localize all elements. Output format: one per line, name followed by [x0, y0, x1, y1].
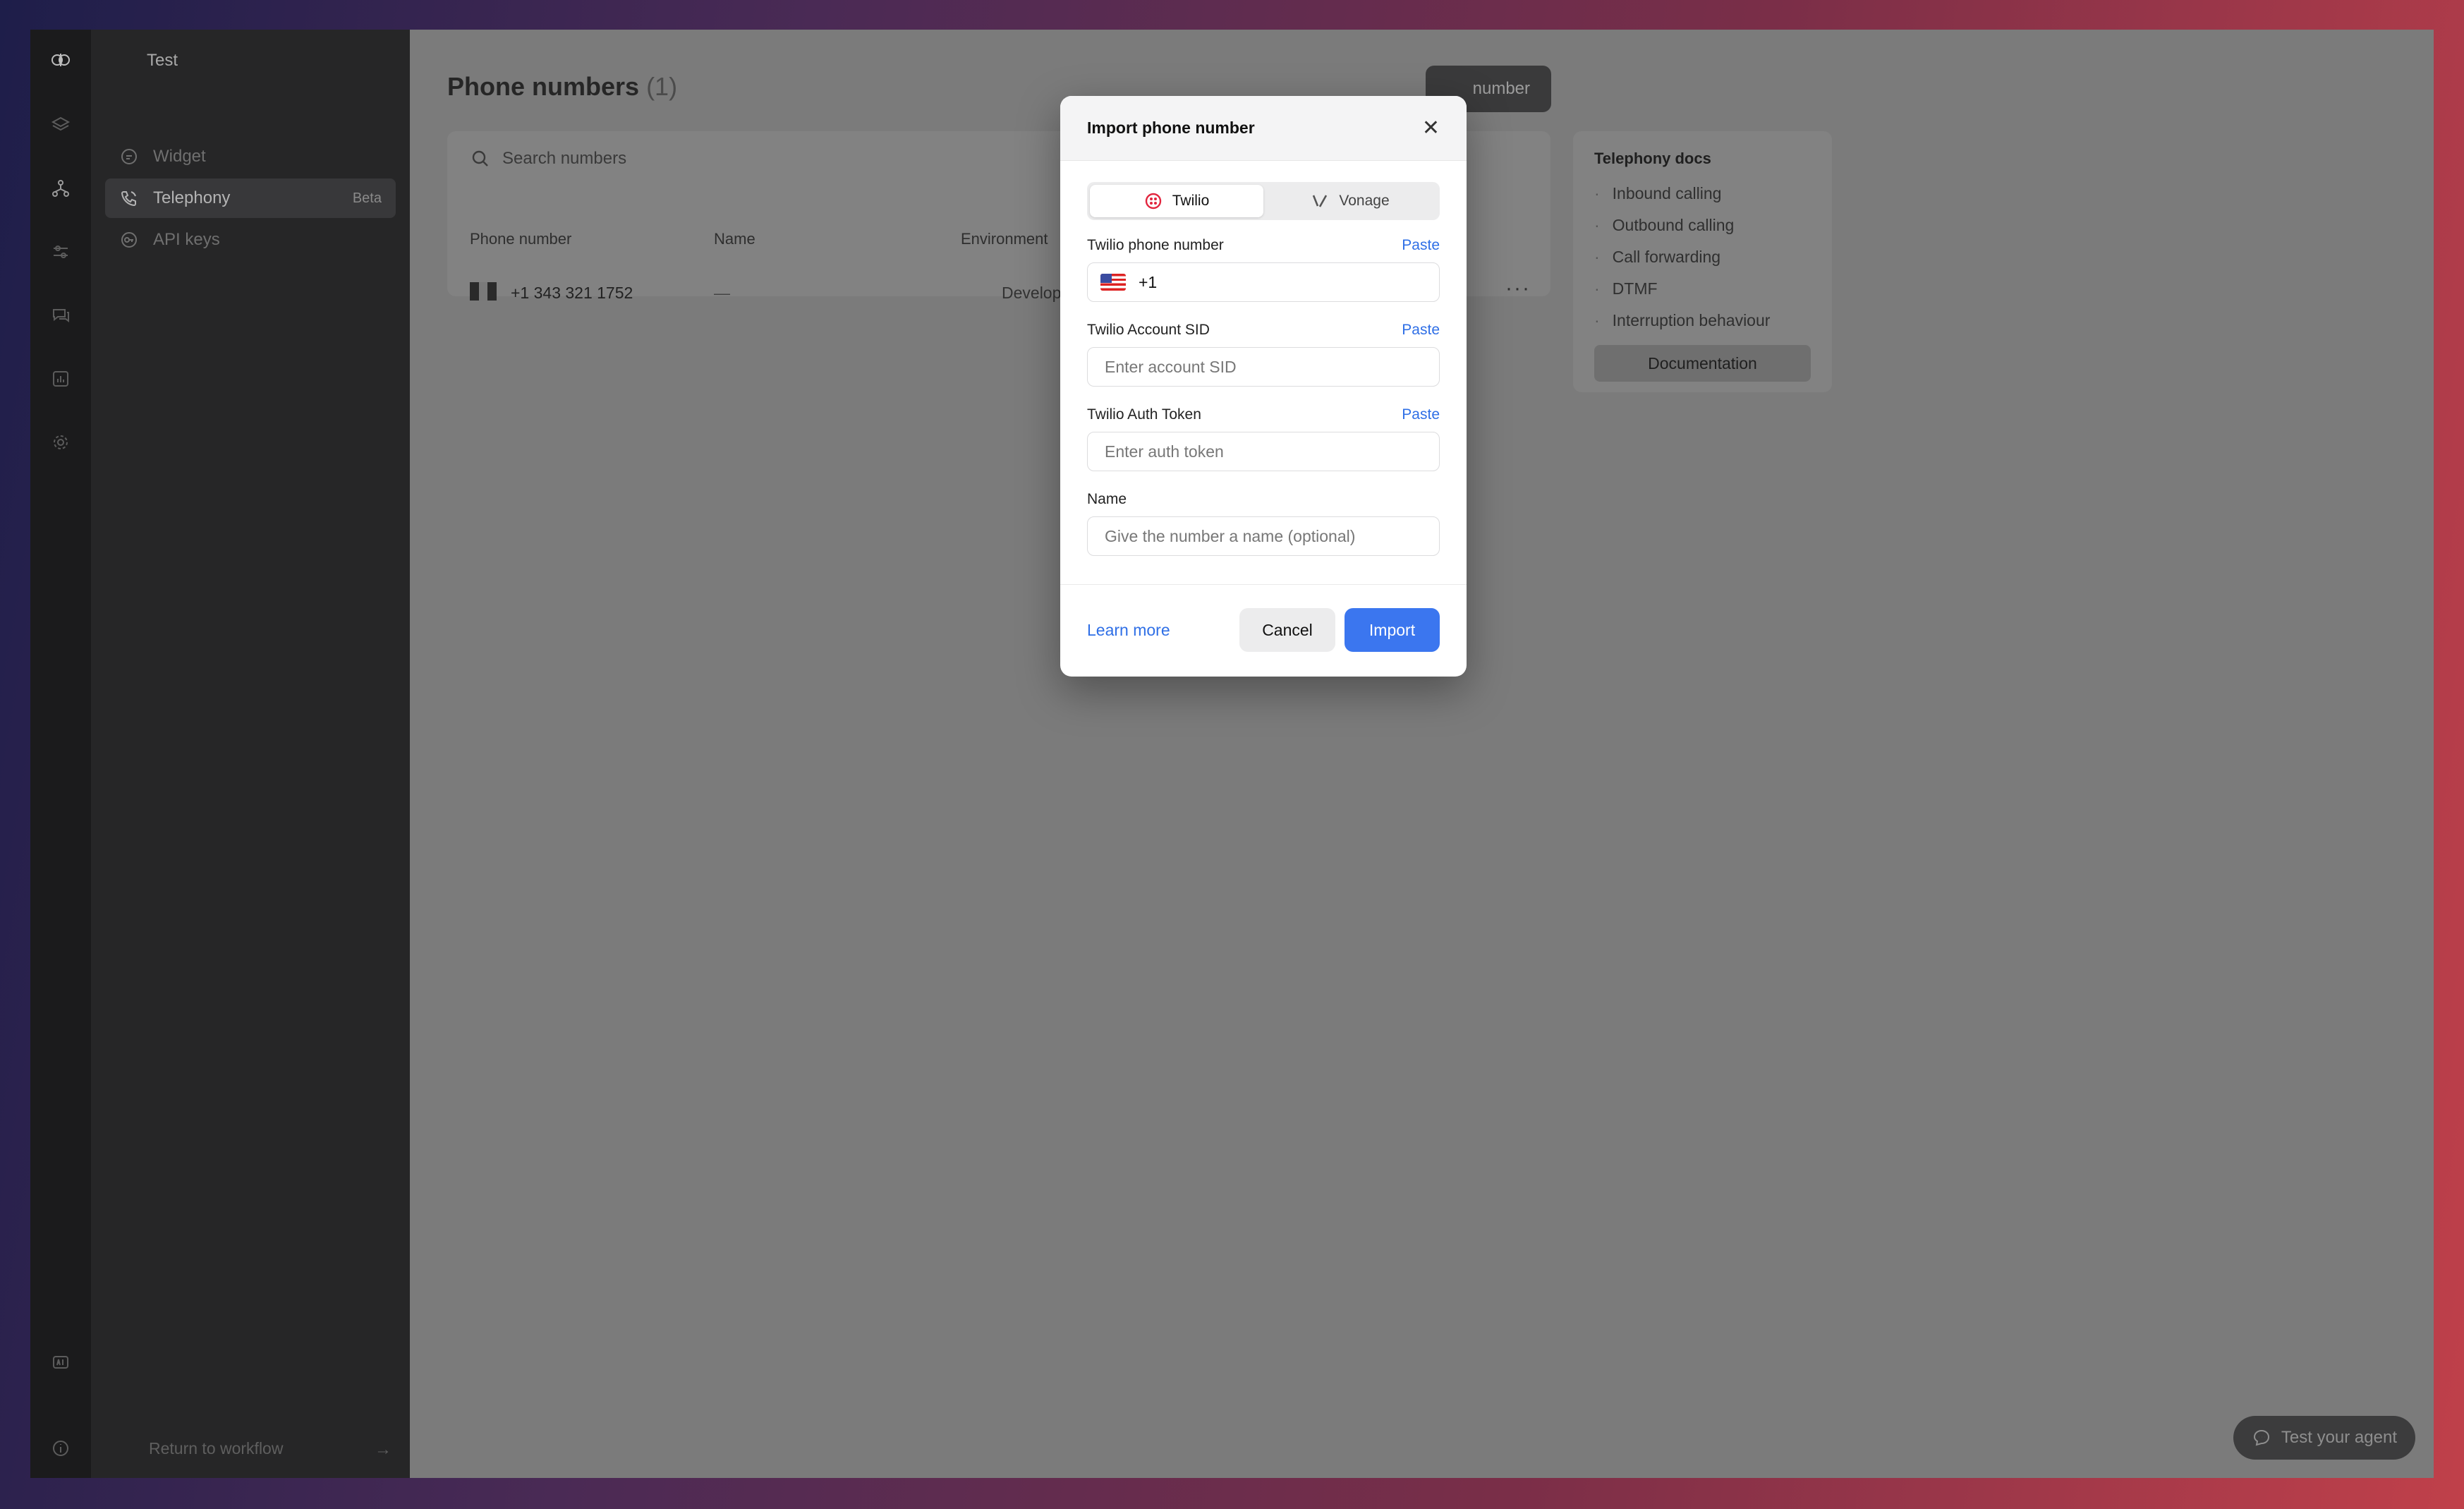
docs-link-inbound[interactable]: Inbound calling — [1594, 178, 1811, 210]
documentation-button[interactable]: Documentation — [1594, 345, 1811, 382]
info-icon[interactable] — [49, 1436, 73, 1460]
paste-sid-button[interactable]: Paste — [1402, 322, 1440, 339]
canada-flag-icon — [470, 282, 497, 301]
docs-title: Telephony docs — [1594, 150, 1711, 167]
sidebar-item-telephony[interactable]: Telephony Beta — [105, 178, 396, 218]
page-title-text: Phone numbers — [447, 72, 640, 101]
account-sid-field: Twilio Account SID Paste Enter account S… — [1087, 322, 1440, 387]
provider-twilio-tab[interactable]: Twilio — [1090, 185, 1263, 217]
arrow-right-icon[interactable]: → — [375, 1440, 392, 1460]
modal-header: Import phone number ✕ — [1060, 96, 1467, 161]
phone-count: (1) — [646, 72, 678, 101]
vonage-icon — [1313, 195, 1328, 207]
paste-token-button[interactable]: Paste — [1402, 406, 1440, 423]
page-title: Phone numbers (1) — [447, 72, 677, 102]
search-input[interactable]: Search numbers — [502, 149, 626, 169]
field-label: Twilio phone number — [1087, 237, 1224, 253]
chat-icon[interactable] — [49, 303, 73, 327]
field-label: Name — [1087, 491, 1127, 507]
widget-icon — [119, 147, 139, 166]
field-label: Twilio Account SID — [1087, 322, 1210, 338]
phone-number-field: Twilio phone number Paste +1 — [1087, 237, 1440, 302]
sidebar-item-label: API keys — [153, 230, 220, 249]
sidebar: Test Widget Telephony Beta API keys Retu… — [91, 30, 410, 1478]
column-header-phone[interactable]: Phone number — [470, 230, 571, 248]
telephony-docs-card: Telephony docs Inbound calling Outbound … — [1573, 131, 1832, 392]
column-header-environment[interactable]: Environment — [961, 230, 1048, 248]
sidebar-item-label: Widget — [153, 147, 206, 166]
table-cell-name: — — [714, 284, 730, 302]
app-window: Test Widget Telephony Beta API keys Retu… — [30, 30, 2434, 1478]
workspace-name: Test — [147, 51, 178, 70]
provider-label: Vonage — [1339, 193, 1390, 209]
sidebar-item-label: Telephony — [153, 188, 231, 207]
docs-link-dtmf[interactable]: DTMF — [1594, 273, 1811, 305]
modal-divider — [1060, 584, 1467, 585]
field-label: Twilio Auth Token — [1087, 406, 1201, 423]
workflow-icon[interactable] — [49, 176, 73, 200]
return-to-workflow-link[interactable]: Return to workflow — [149, 1439, 283, 1458]
test-agent-button[interactable]: Test your agent — [2233, 1416, 2415, 1460]
name-field: Name Give the number a name (optional) — [1087, 491, 1440, 556]
docs-link-forwarding[interactable]: Call forwarding — [1594, 241, 1811, 273]
close-icon[interactable]: ✕ — [1422, 117, 1440, 139]
provider-label: Twilio — [1172, 193, 1210, 209]
table-cell-phone[interactable]: +1 343 321 1752 — [511, 284, 633, 303]
sidebar-item-api-keys[interactable]: API keys — [105, 220, 396, 260]
layers-icon[interactable] — [49, 113, 73, 137]
beta-badge: Beta — [352, 190, 382, 206]
analytics-icon[interactable] — [49, 367, 73, 391]
twilio-icon — [1145, 193, 1161, 210]
auth-token-input[interactable]: Enter auth token — [1087, 432, 1440, 471]
provider-vonage-tab[interactable]: Vonage — [1263, 185, 1437, 217]
name-input[interactable]: Give the number a name (optional) — [1087, 516, 1440, 556]
ai-icon[interactable] — [49, 1350, 73, 1374]
logo-icon[interactable] — [49, 48, 73, 72]
phone-number-input[interactable]: +1 — [1087, 262, 1440, 302]
search-bar[interactable]: Search numbers — [470, 148, 626, 169]
more-icon[interactable]: ··· — [1505, 277, 1531, 301]
cancel-button[interactable]: Cancel — [1239, 608, 1335, 652]
phone-icon — [119, 188, 139, 208]
import-button[interactable]: Import — [1345, 608, 1440, 652]
paste-phone-button[interactable]: Paste — [1402, 237, 1440, 254]
learn-more-link[interactable]: Learn more — [1087, 621, 1170, 640]
docs-link-interruption[interactable]: Interruption behaviour — [1594, 305, 1811, 337]
sliders-icon[interactable] — [49, 240, 73, 264]
account-sid-input[interactable]: Enter account SID — [1087, 347, 1440, 387]
phone-prefix: +1 — [1139, 272, 1158, 291]
provider-toggle: Twilio Vonage — [1087, 182, 1440, 220]
import-phone-modal: Import phone number ✕ Twilio Vonage Twil… — [1060, 96, 1467, 677]
auth-token-field: Twilio Auth Token Paste Enter auth token — [1087, 406, 1440, 471]
search-icon — [472, 150, 488, 166]
test-agent-label: Test your agent — [2281, 1428, 2397, 1447]
docs-link-outbound[interactable]: Outbound calling — [1594, 210, 1811, 241]
sidebar-item-widget[interactable]: Widget — [105, 137, 396, 176]
chat-bubble-icon — [2253, 1429, 2269, 1446]
icon-rail — [30, 30, 91, 1478]
column-header-name[interactable]: Name — [714, 230, 755, 248]
key-icon — [119, 230, 139, 250]
settings-icon[interactable] — [49, 430, 73, 454]
us-flag-icon[interactable] — [1100, 274, 1126, 291]
modal-title: Import phone number — [1087, 119, 1255, 137]
